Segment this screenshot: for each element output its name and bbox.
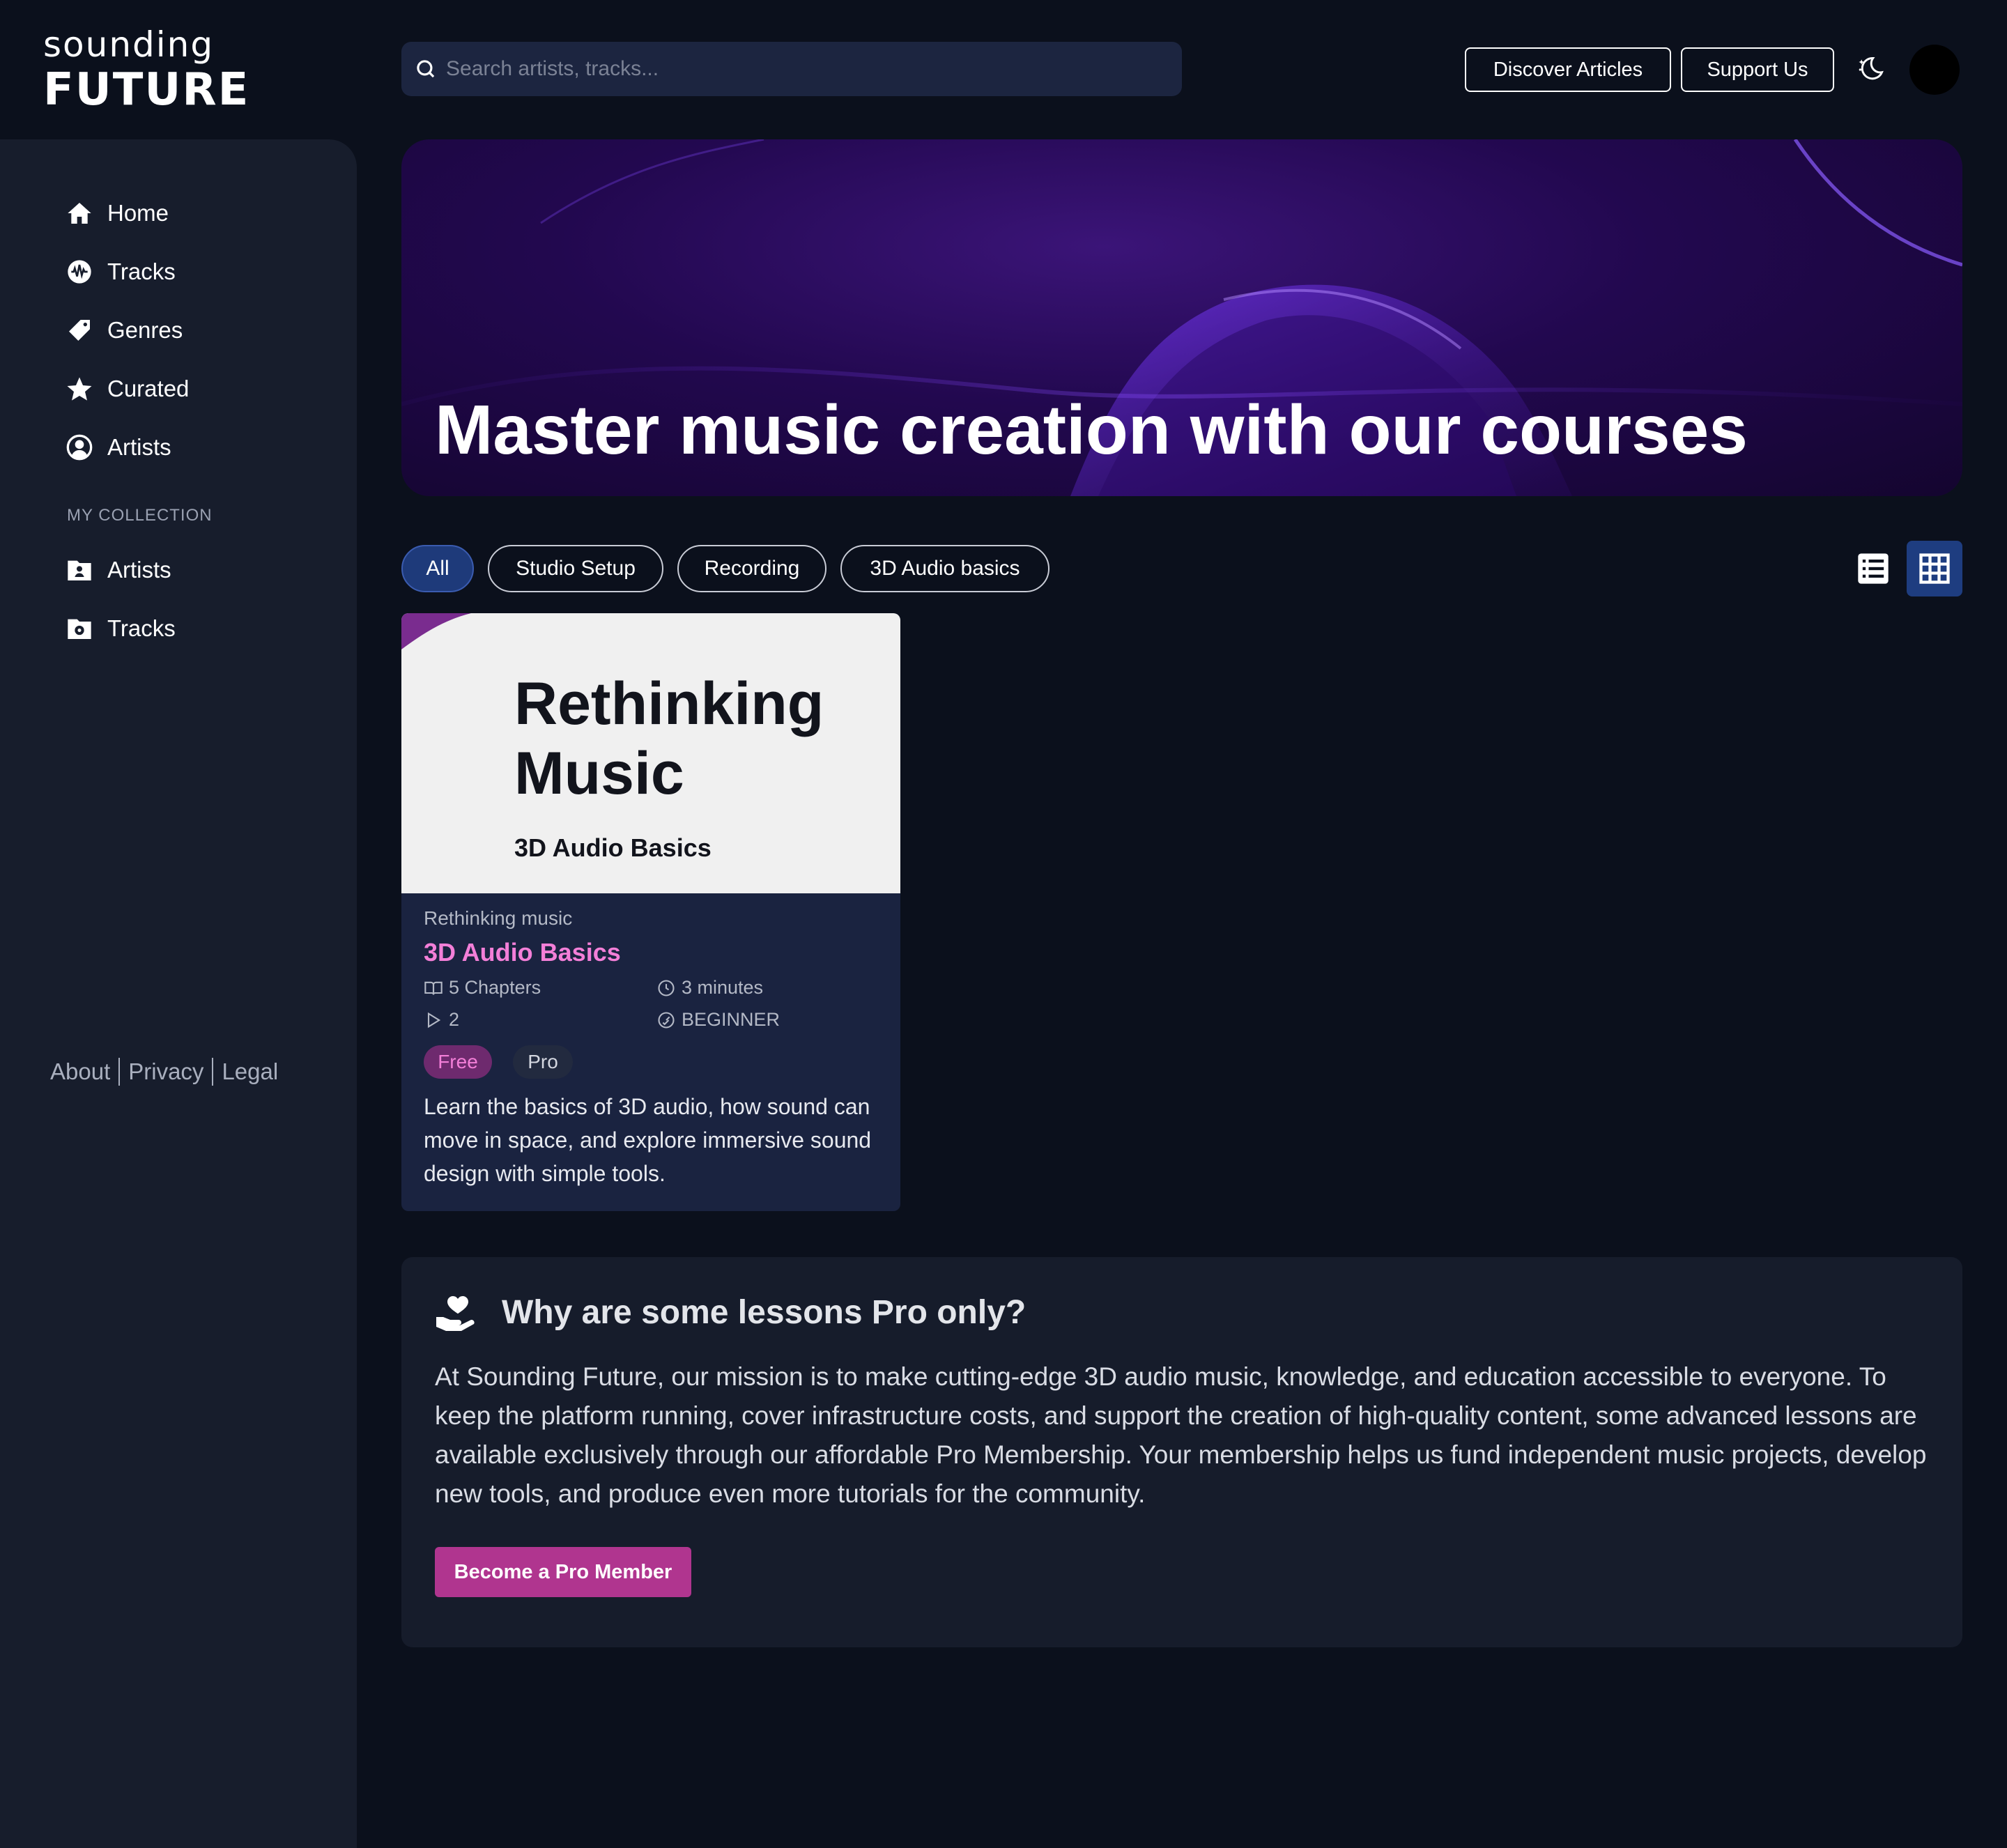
filter-chip-recording[interactable]: Recording (677, 545, 826, 592)
sidebar-item-genres[interactable]: Genres (66, 311, 183, 350)
course-title[interactable]: 3D Audio Basics (424, 938, 884, 967)
filter-chip-all[interactable]: All (401, 545, 474, 592)
privacy-link[interactable]: Privacy (128, 1058, 203, 1085)
play-icon (427, 1012, 441, 1028)
list-view-button[interactable] (1845, 541, 1901, 596)
logo-wordmark-top: sounding (43, 24, 215, 65)
info-title: Why are some lessons Pro only? (502, 1294, 1026, 1331)
sidebar-footer-links: About Privacy Legal (50, 1058, 278, 1086)
sidebar-item-label: Genres (107, 317, 183, 343)
link-divider (212, 1058, 214, 1086)
user-circle-icon (66, 434, 93, 461)
become-pro-member-button[interactable]: Become a Pro Member (435, 1547, 691, 1597)
sidebar-item-label: Curated (107, 376, 190, 401)
cover-corner-accent (401, 613, 471, 649)
search-icon (417, 60, 435, 78)
gauge-icon (658, 1011, 675, 1029)
course-series: Rethinking music (424, 907, 573, 929)
pro-badge: Pro (513, 1045, 573, 1079)
clock-icon (658, 979, 675, 996)
lessons-count: 2 (449, 1009, 460, 1030)
star-icon (67, 377, 92, 401)
sidebar-item-label: Tracks (107, 259, 176, 284)
tag-icon (69, 320, 90, 341)
hand-heart-icon (436, 1296, 475, 1331)
my-collection-heading: MY COLLECTION (67, 506, 213, 525)
link-divider (118, 1058, 121, 1086)
sidebar: Home Tracks Genres Curated Artists MY CO… (0, 139, 357, 1848)
logo-wordmark-bottom: FUTURE (43, 64, 250, 116)
sidebar-item-curated[interactable]: Curated (66, 369, 189, 408)
sidebar-item-tracks[interactable]: Tracks (66, 252, 176, 291)
legal-link[interactable]: Legal (222, 1058, 278, 1085)
search-input[interactable] (446, 42, 1182, 96)
filter-chip-studio-setup[interactable]: Studio Setup (488, 545, 663, 592)
user-folder-icon (68, 560, 91, 580)
chapters-count: 5 Chapters (449, 977, 541, 998)
course-chapters: 5 Chapters (424, 977, 541, 999)
course-description: Learn the basics of 3D audio, how sound … (424, 1094, 872, 1186)
search-bar[interactable] (401, 42, 1182, 96)
list-view-icon (1858, 553, 1889, 584)
about-link[interactable]: About (50, 1058, 110, 1085)
cover-subtitle: 3D Audio Basics (514, 833, 712, 862)
info-body: At Sounding Future, our mission is to ma… (435, 1362, 1927, 1508)
sidebar-item-collection-tracks[interactable]: Tracks (66, 609, 176, 648)
sidebar-item-label: Artists (107, 557, 171, 583)
discover-articles-button[interactable]: Discover Articles (1465, 47, 1671, 92)
level-value: BEGINNER (682, 1009, 780, 1030)
waveform-icon (68, 260, 91, 284)
hero-banner: Master music creation with our courses (401, 139, 1962, 496)
book-open-icon (424, 981, 443, 995)
hero-title: Master music creation with our courses (435, 391, 1748, 469)
course-cover: Rethinking Music 3D Audio Basics (401, 613, 900, 893)
home-icon (68, 203, 91, 224)
course-level: BEGINNER (656, 1009, 780, 1031)
sidebar-item-label: Artists (107, 434, 171, 460)
sidebar-item-label: Tracks (107, 615, 176, 641)
pro-info-panel: Why are some lessons Pro only? At Soundi… (401, 1257, 1962, 1647)
sidebar-item-home[interactable]: Home (66, 194, 169, 233)
filter-chip-3d-audio-basics[interactable]: 3D Audio basics (840, 545, 1049, 592)
sidebar-item-label: Home (107, 200, 169, 226)
support-us-button[interactable]: Support Us (1681, 47, 1834, 92)
logo[interactable]: sounding FUTURE (43, 24, 250, 116)
music-folder-icon (68, 619, 91, 639)
theme-toggle-moon-icon[interactable] (1855, 54, 1886, 85)
grid-view-icon (1919, 553, 1950, 584)
sidebar-item-collection-artists[interactable]: Artists (66, 550, 171, 590)
user-avatar[interactable] (1909, 45, 1960, 95)
free-badge: Free (424, 1045, 492, 1079)
grid-view-button[interactable] (1907, 541, 1962, 596)
course-card[interactable]: Rethinking Music 3D Audio Basics Rethink… (401, 613, 900, 1211)
duration-value: 3 minutes (682, 977, 764, 998)
sidebar-item-artists[interactable]: Artists (66, 428, 171, 467)
cover-title: Rethinking Music (514, 670, 824, 807)
course-lessons: 2 (424, 1009, 459, 1031)
course-duration: 3 minutes (656, 977, 763, 999)
course-card-body: Rethinking music 3D Audio Basics (424, 907, 884, 967)
